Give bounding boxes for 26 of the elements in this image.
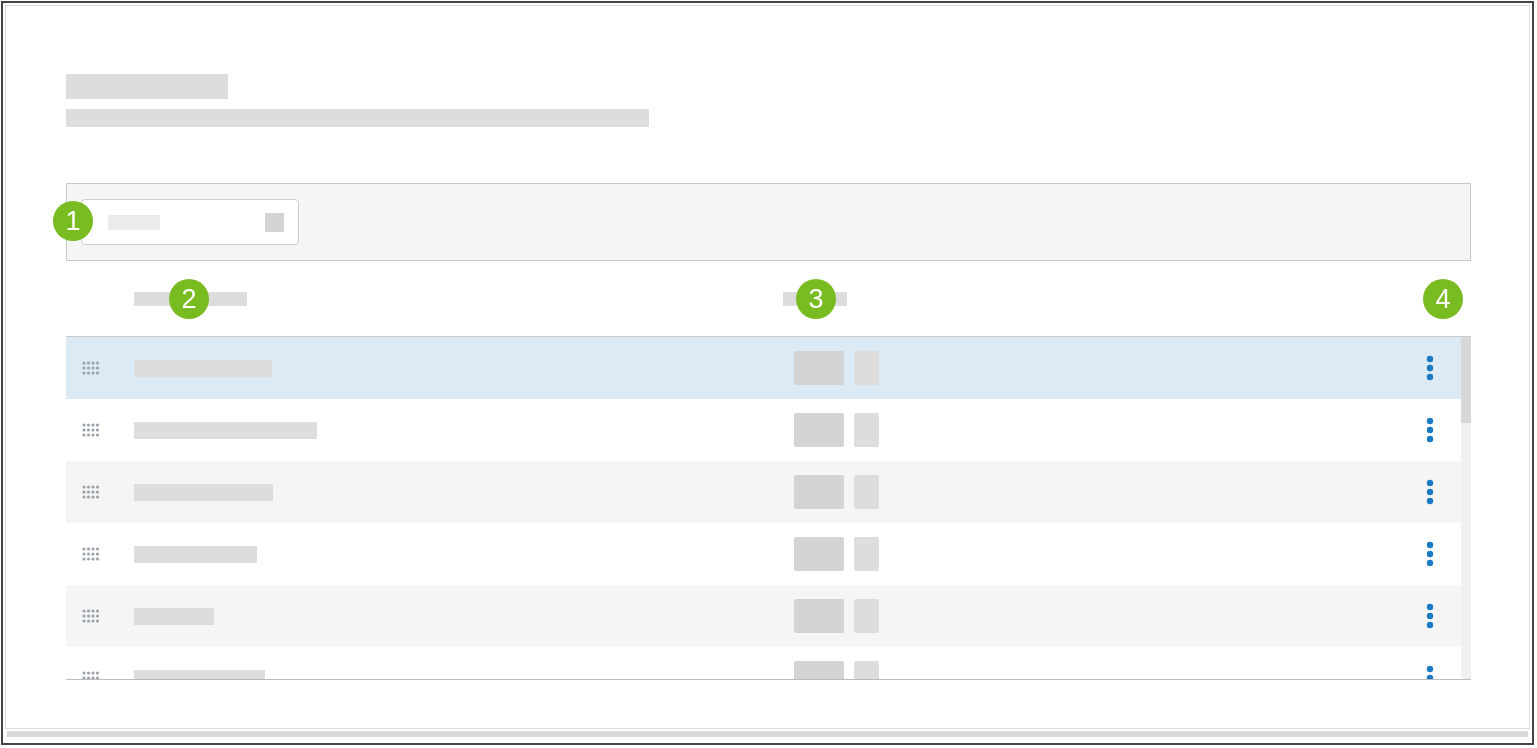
value-placeholder	[854, 475, 879, 509]
value-placeholder	[854, 599, 879, 633]
callout-badge: 1	[53, 201, 93, 241]
value-placeholder	[854, 537, 879, 571]
more-options-icon[interactable]	[1426, 355, 1434, 381]
scrollbar[interactable]	[1461, 337, 1471, 679]
value-placeholder	[854, 413, 879, 447]
drag-handle-icon[interactable]	[82, 361, 100, 375]
value-placeholder	[794, 537, 844, 571]
drag-handle-icon[interactable]	[82, 485, 100, 499]
more-options-icon[interactable]	[1426, 603, 1434, 629]
more-options-icon[interactable]	[1426, 541, 1434, 567]
search-icon[interactable]	[265, 212, 284, 232]
more-options-icon[interactable]	[1426, 417, 1434, 443]
callout-badge: 2	[169, 279, 209, 319]
search-field[interactable]	[81, 199, 299, 245]
callout-badge: 4	[1423, 279, 1463, 319]
value-placeholder	[794, 351, 844, 385]
value-placeholder	[794, 413, 844, 447]
callout-badge: 3	[796, 279, 836, 319]
drag-handle-icon[interactable]	[82, 547, 100, 561]
more-options-icon[interactable]	[1426, 479, 1434, 505]
value-placeholder	[794, 599, 844, 633]
value-placeholder	[794, 475, 844, 509]
drag-handle-icon[interactable]	[82, 609, 100, 623]
drag-handle-icon[interactable]	[82, 423, 100, 437]
